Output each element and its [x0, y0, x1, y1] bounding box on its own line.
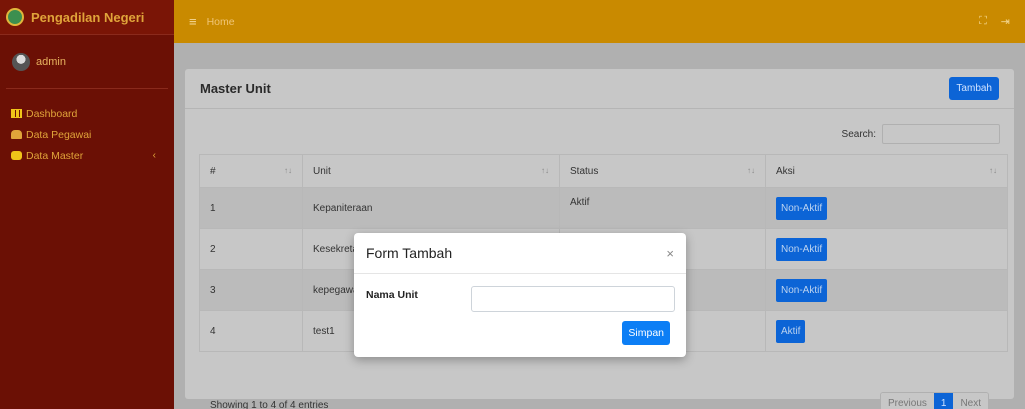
court-logo-icon	[6, 8, 24, 26]
column-header-status[interactable]: Status ↑↓	[559, 154, 766, 188]
next-page-button[interactable]: Next	[953, 393, 988, 409]
deactivate-button[interactable]: Non-Aktif	[776, 196, 828, 220]
brand-text: Pengadilan Negeri	[31, 9, 145, 25]
grid-icon	[11, 109, 22, 118]
sidebar-item-label: Dashboard	[26, 107, 78, 120]
search-label: Search:	[841, 128, 876, 140]
column-header-aksi[interactable]: Aksi ↑↓	[765, 154, 1008, 188]
sort-icon: ↑↓	[989, 165, 997, 175]
home-link[interactable]: Home	[207, 16, 235, 28]
action-cell: Non-Aktif	[765, 269, 1008, 311]
search-row: Search:	[842, 124, 1000, 144]
unit-name: Kepaniteraan	[302, 187, 560, 229]
user-panel[interactable]: admin	[6, 35, 168, 89]
close-icon[interactable]: ×	[666, 246, 674, 261]
page-title: Master Unit	[200, 81, 271, 96]
sidebar-nav: Dashboard Data Pegawai Data Master ‹	[0, 89, 174, 166]
brand[interactable]: Pengadilan Negeri	[0, 0, 174, 35]
row-number: 2	[199, 228, 303, 270]
sidebar: Pengadilan Negeri admin Dashboard Data P…	[0, 0, 174, 409]
modal-title: Form Tambah	[366, 245, 453, 261]
column-header-number[interactable]: # ↑↓	[199, 154, 303, 188]
table-row: 1 Kepaniteraan Aktif Non-Aktif	[199, 187, 1008, 229]
add-unit-modal: Form Tambah × Nama Unit Simpan	[354, 233, 686, 357]
sidebar-item-data-master[interactable]: Data Master ‹	[0, 145, 174, 166]
sidebar-item-dashboard[interactable]: Dashboard	[0, 103, 174, 124]
sort-icon: ↑↓	[747, 165, 755, 175]
modal-body: Nama Unit Simpan	[354, 274, 686, 357]
modal-header: Form Tambah ×	[354, 233, 686, 274]
nama-unit-input[interactable]	[471, 286, 675, 312]
row-number: 3	[199, 269, 303, 311]
column-header-unit[interactable]: Unit ↑↓	[302, 154, 560, 188]
deactivate-button[interactable]: Non-Aktif	[776, 278, 828, 302]
user-name: admin	[36, 55, 66, 68]
add-button[interactable]: Tambah	[949, 77, 999, 100]
avatar	[12, 52, 30, 71]
row-number: 4	[199, 310, 303, 352]
menu-toggle-icon[interactable]: ≡	[189, 14, 197, 29]
activate-button[interactable]: Aktif	[776, 319, 806, 343]
action-cell: Non-Aktif	[765, 187, 1008, 229]
previous-page-button[interactable]: Previous	[880, 393, 934, 409]
unit-status: Aktif	[559, 187, 766, 229]
sidebar-item-label: Data Master	[26, 149, 84, 162]
action-cell: Aktif	[765, 310, 1008, 352]
sort-icon: ↑↓	[541, 165, 549, 175]
chevron-left-icon: ‹	[152, 150, 156, 161]
sidebar-item-label: Data Pegawai	[26, 128, 92, 141]
topbar: ≡ Home ⛶ ⇥	[174, 0, 1025, 43]
row-number: 1	[199, 187, 303, 229]
topbar-actions: ⛶ ⇥	[979, 15, 1010, 28]
table-info: Showing 1 to 4 of 4 entries	[210, 400, 329, 409]
save-button[interactable]: Simpan	[622, 321, 670, 345]
fullscreen-icon[interactable]: ⛶	[979, 15, 987, 28]
search-input[interactable]	[882, 124, 1000, 144]
sort-icon: ↑↓	[284, 165, 292, 175]
logout-icon[interactable]: ⇥	[1001, 15, 1010, 28]
nama-unit-label: Nama Unit	[366, 289, 418, 301]
sidebar-item-data-pegawai[interactable]: Data Pegawai	[0, 124, 174, 145]
action-cell: Non-Aktif	[765, 228, 1008, 270]
users-icon	[11, 130, 22, 139]
pagination: Previous 1 Next	[879, 392, 989, 409]
deactivate-button[interactable]: Non-Aktif	[776, 237, 828, 261]
card-header: Master Unit Tambah	[185, 69, 1014, 109]
page-1-button[interactable]: 1	[933, 393, 954, 409]
database-icon	[11, 151, 22, 160]
